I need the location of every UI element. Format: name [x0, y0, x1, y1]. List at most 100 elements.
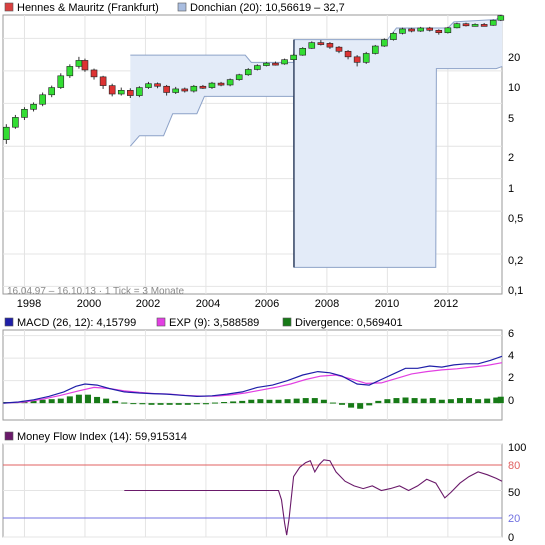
divergence-bar: [366, 403, 373, 406]
candle-body-up: [290, 54, 297, 60]
divergence-bar: [211, 402, 218, 404]
divergence-bar: [139, 403, 146, 405]
macd-y-axis-labels: 6 4 2 0: [508, 328, 514, 407]
divergence-bar: [248, 399, 255, 404]
divergence-bar: [497, 396, 504, 404]
candle: [444, 26, 452, 34]
legend-swatch-mfi: [4, 431, 14, 441]
candle: [281, 58, 288, 65]
x-tick-label: 2010: [375, 298, 399, 310]
candle-body-down: [326, 43, 334, 48]
y-tick-label: 4: [508, 350, 514, 362]
divergence-bar: [475, 399, 482, 404]
divergence-bar: [320, 399, 327, 404]
y-tick-label: 0: [508, 532, 514, 544]
candle: [235, 73, 243, 81]
divergence-bar: [393, 398, 400, 404]
y-tick-label: 0,5: [508, 213, 523, 225]
x-tick-label: 2012: [434, 298, 458, 310]
divergence-bar: [84, 394, 91, 404]
y-tick-label: 10: [508, 82, 520, 94]
candle-body-down: [199, 85, 207, 89]
divergence-bar: [484, 398, 491, 404]
macd-legend: MACD (26, 12): 4,15799 EXP (9): 3,588589…: [4, 317, 403, 329]
candle-body-up: [444, 27, 452, 34]
macd-panel-frame: [2, 329, 503, 421]
divergence-bar: [302, 398, 309, 404]
divergence-bar: [103, 398, 110, 404]
divergence-bar: [384, 399, 391, 404]
divergence-bar: [157, 403, 164, 405]
divergence-bar: [39, 399, 46, 404]
candle-body-down: [353, 56, 361, 63]
divergence-bar: [456, 398, 463, 404]
y-tick-label: 100: [508, 442, 526, 454]
candle-body-down: [335, 46, 343, 52]
candle-body-up: [417, 27, 424, 32]
candle-body-up: [263, 62, 270, 66]
divergence-bar: [148, 403, 155, 405]
candle-body-down: [480, 24, 488, 27]
divergence-bar: [57, 398, 64, 404]
divergence-bar: [202, 403, 209, 405]
legend-swatch-price: [4, 2, 14, 12]
candle-body-up: [371, 45, 379, 54]
divergence-bar: [411, 398, 418, 404]
divergence-bar: [175, 403, 182, 405]
y-tick-label: 2: [508, 152, 514, 164]
candle-body-down: [181, 88, 189, 92]
candle: [308, 41, 316, 49]
candle-body-down: [317, 42, 325, 45]
candle-body-down: [154, 83, 161, 87]
candle-body-up: [39, 94, 46, 105]
candle-body-up: [381, 39, 388, 47]
y-tick-label: 1: [508, 183, 514, 195]
candle-body-up: [489, 19, 497, 26]
legend-label-exp: EXP (9): 3,588589: [169, 317, 259, 329]
divergence-bar: [429, 398, 436, 404]
candle-body-up: [281, 59, 288, 65]
legend-label-macd: MACD (26, 12): 4,15799: [17, 317, 136, 329]
divergence-bar: [94, 396, 101, 404]
y-tick-label: 5: [508, 113, 514, 125]
divergence-bar: [184, 403, 191, 405]
legend-label-donchian: Donchian (20): 10,56619 – 32,7: [190, 2, 345, 14]
candle-body-down: [127, 90, 134, 96]
divergence-bar: [402, 397, 409, 404]
y-tick-label: 0,1: [508, 285, 523, 297]
candle-body-up: [21, 108, 28, 118]
x-axis-labels: 1998 2000 2002 2004 2006 2008 2010 2012: [17, 298, 458, 310]
candle-body-down: [462, 23, 470, 27]
divergence-bar: [166, 403, 173, 405]
legend-swatch-divergence: [282, 317, 292, 327]
candle-body-up: [497, 15, 505, 21]
divergence-bar: [348, 403, 355, 408]
candle-body-down: [81, 60, 89, 71]
divergence-bar: [130, 403, 137, 405]
candle: [497, 15, 505, 22]
candle-body-up: [57, 75, 65, 88]
candle: [226, 78, 234, 87]
candle-body-up: [136, 87, 143, 96]
divergence-bar: [48, 399, 55, 404]
candle-body-down: [426, 27, 434, 31]
divergence-bar: [66, 396, 73, 404]
divergence-bar: [221, 402, 228, 404]
divergence-bar: [447, 399, 454, 404]
candle-body-up: [235, 74, 243, 80]
x-tick-label: 2002: [136, 298, 160, 310]
candle-body-up: [399, 28, 406, 34]
x-tick-label: 1998: [17, 298, 41, 310]
main-y-axis-labels: 20 10 5 2 1 0,5 0,2 0,1: [508, 52, 523, 297]
y-tick-label: 0: [508, 395, 514, 407]
candle-body-up: [390, 33, 397, 40]
divergence-bar: [293, 398, 300, 404]
y-tick-label: 0,2: [508, 255, 523, 267]
candle-body-down: [272, 62, 279, 66]
candle-body-down: [108, 85, 116, 95]
legend-label-price: Hennes & Mauritz (Frankfurt): [17, 2, 159, 14]
x-tick-label: 2004: [196, 298, 220, 310]
candle: [299, 47, 307, 56]
candle: [57, 73, 65, 89]
mfi-legend: Money Flow Index (14): 59,915314: [4, 431, 187, 443]
